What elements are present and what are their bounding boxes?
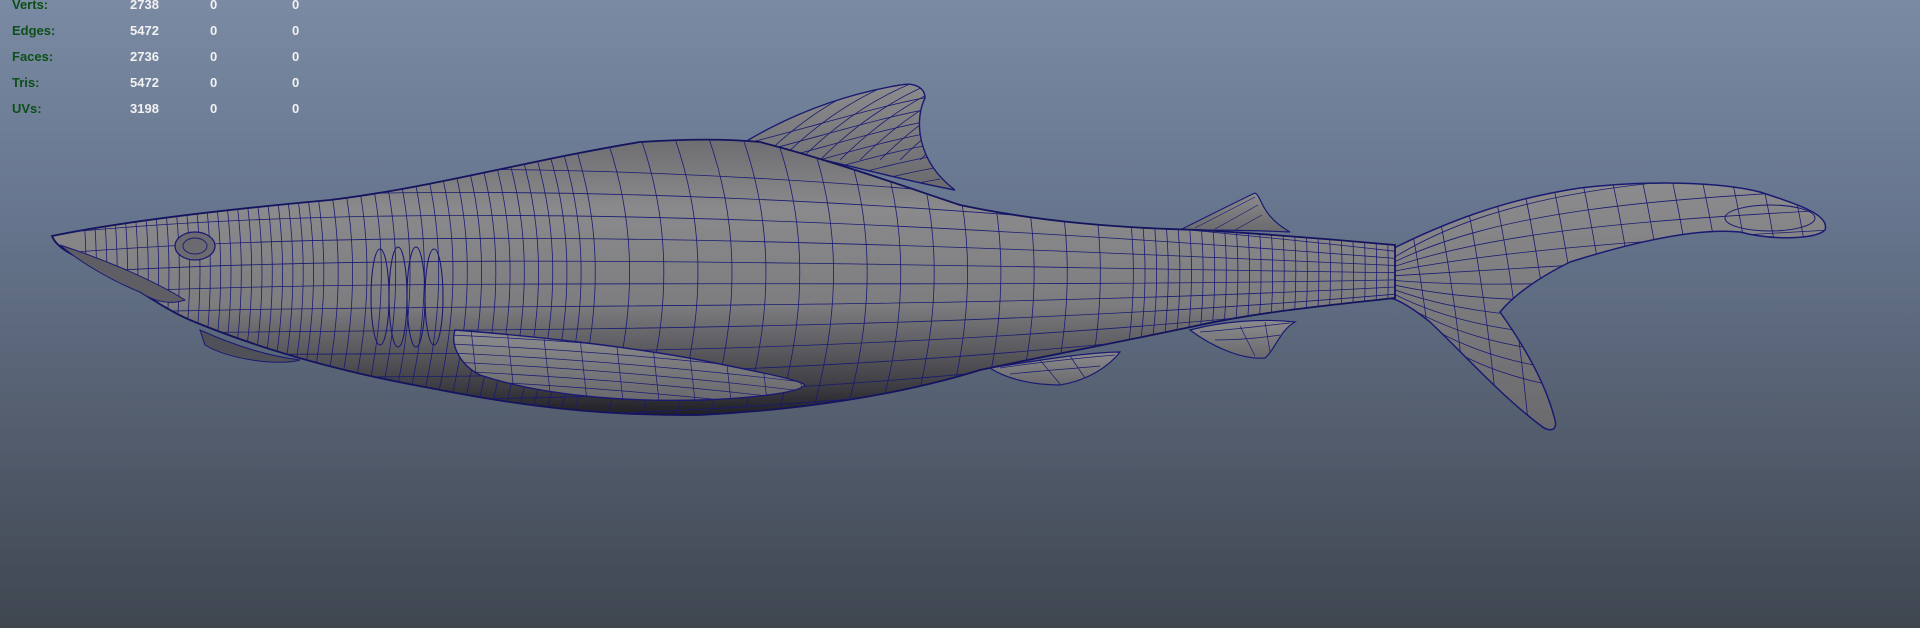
hud-edges-label: Edges: <box>12 23 56 38</box>
hud-uvs-count: 3198 <box>130 101 159 116</box>
eye <box>174 231 216 261</box>
hud-faces-selected: 0 <box>210 49 218 64</box>
3d-viewport[interactable]: Verts: 2738 0 0 Edges: 5472 0 0 Faces: 2736 0 0 Tris… <box>0 0 1920 628</box>
hud-tris-count: 5472 <box>130 75 159 90</box>
caudal-fin <box>1389 182 1827 431</box>
hud-uvs-other: 0 <box>292 101 300 116</box>
heads-up-display: Verts: 2738 0 0 Edges: 5472 0 0 Faces: 2736 0 0 Tris… <box>12 0 332 117</box>
hud-faces-other: 0 <box>292 49 300 64</box>
hud-edges-count: 5472 <box>130 23 159 38</box>
hud-tris-label: Tris: <box>12 75 40 90</box>
hud-verts-count: 2738 <box>130 0 159 12</box>
hud-faces-count: 2736 <box>130 49 159 64</box>
hud-edges-selected: 0 <box>210 23 218 38</box>
second-dorsal-fin <box>1179 192 1291 233</box>
anal-fin <box>1188 319 1297 359</box>
hud-verts-selected: 0 <box>210 0 218 12</box>
hud-tris-selected: 0 <box>210 75 218 90</box>
hud-verts-other: 0 <box>292 0 300 12</box>
hud-verts-label: Verts: <box>12 0 49 12</box>
hud-tris-other: 0 <box>292 75 300 90</box>
hud-uvs-selected: 0 <box>210 101 218 116</box>
hud-uvs-label: UVs: <box>12 101 42 116</box>
hud-faces-label: Faces: <box>12 49 54 64</box>
hud-edges-other: 0 <box>292 23 300 38</box>
